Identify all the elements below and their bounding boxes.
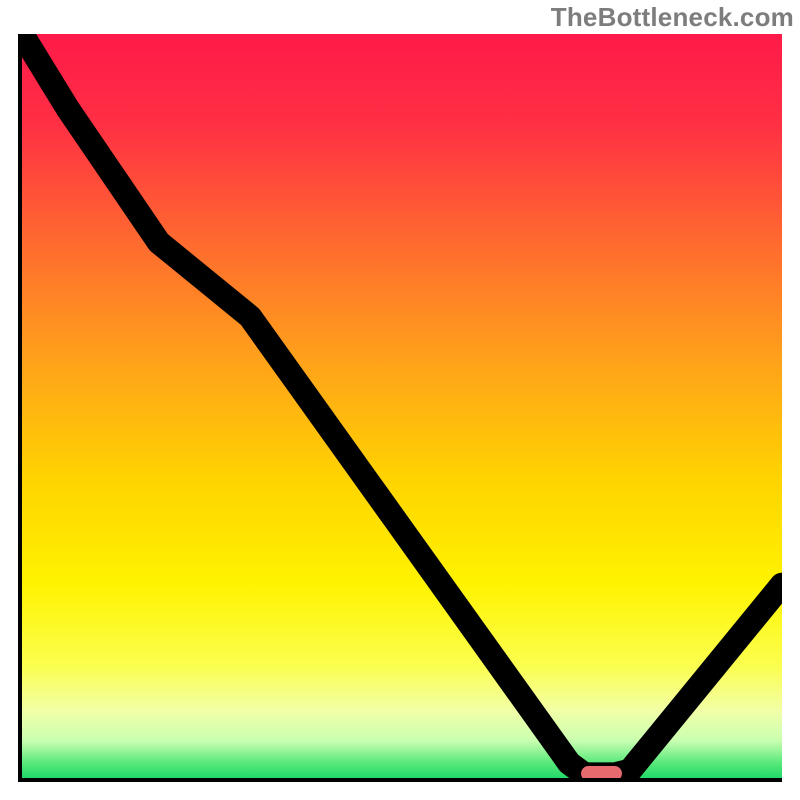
watermark-text: TheBottleneck.com	[551, 2, 794, 33]
bottleneck-curve	[22, 34, 782, 778]
plot-area	[18, 34, 782, 782]
optimal-range-marker	[581, 766, 623, 781]
